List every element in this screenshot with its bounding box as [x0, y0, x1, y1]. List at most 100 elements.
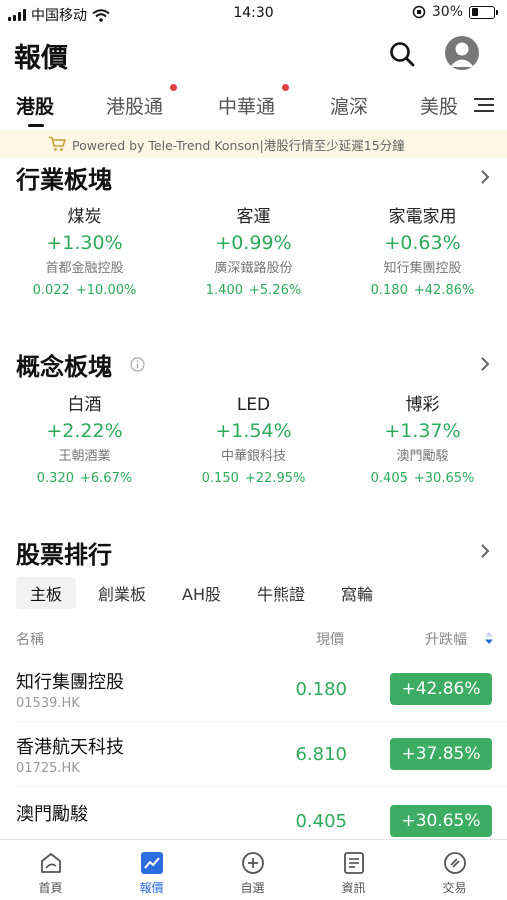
nav-news[interactable]: 資訊	[303, 840, 404, 900]
board-main[interactable]: 主板	[16, 577, 77, 609]
table-row[interactable]: 香港航天科技 01725.HK 6.810 +37.85%	[0, 725, 507, 787]
tab-hk[interactable]: 港股	[16, 92, 54, 119]
tab-china-connect[interactable]: 中華通	[218, 92, 275, 119]
search-icon[interactable]	[388, 40, 416, 68]
industry-card-coal[interactable]: 煤炭 +1.30% 首都金融控股 0.022 +10.00%	[0, 206, 169, 300]
info-icon[interactable]	[130, 357, 145, 372]
sector-change: +2.22%	[46, 420, 123, 442]
sector-leader: 澳門勵駿	[396, 449, 449, 464]
leader-change: +6.67%	[80, 471, 133, 486]
leader-price: 0.405	[370, 471, 408, 486]
orientation-lock-icon	[412, 5, 426, 19]
nav-home[interactable]: 首頁	[0, 840, 101, 900]
stock-price: 0.180	[295, 679, 347, 700]
stock-code: 01725.HK	[16, 761, 80, 776]
sector-change: +0.63%	[384, 232, 461, 254]
sector-change: +1.37%	[384, 420, 461, 442]
sector-stats: 1.400 +5.26%	[169, 282, 338, 300]
change-badge: +42.86%	[390, 673, 492, 705]
leader-price: 0.150	[201, 471, 239, 486]
nav-label: 報價	[139, 881, 164, 895]
battery-icon	[469, 5, 498, 19]
chevron-right-icon[interactable]	[478, 168, 492, 186]
change-badge: +37.85%	[390, 738, 492, 770]
concept-card-led[interactable]: LED +1.54% 中華銀科技 0.150 +22.95%	[169, 394, 338, 488]
tab-hk-connect[interactable]: 港股通	[106, 92, 163, 119]
table-header: 名稱 現價 升跌幅	[0, 626, 507, 650]
sector-change: +1.30%	[46, 232, 123, 254]
battery-percent: 30%	[431, 4, 463, 20]
menu-icon[interactable]	[474, 97, 494, 113]
chevron-right-icon[interactable]	[478, 355, 492, 373]
tab-active-indicator	[28, 124, 44, 127]
market-tabs: 港股 港股通 中華通 滬深 美股	[0, 84, 507, 128]
sector-stats: 0.180 +42.86%	[338, 282, 507, 300]
column-price[interactable]: 現價	[316, 629, 344, 649]
board-filter: 主板 創業板 AH股 牛熊證 窩輪	[16, 577, 395, 609]
sector-stats: 0.022 +10.00%	[0, 282, 169, 300]
stock-code: 01539.HK	[16, 696, 80, 711]
status-right: 30%	[412, 4, 498, 20]
sector-change: +1.54%	[215, 420, 292, 442]
nav-label: 首頁	[38, 881, 63, 895]
ranking-section-title: 股票排行	[16, 541, 112, 569]
trade-icon	[443, 852, 466, 874]
concept-card-gaming[interactable]: 博彩 +1.37% 澳門勵駿 0.405 +30.65%	[338, 394, 507, 488]
table-row[interactable]: 知行集團控股 01539.HK 0.180 +42.86%	[0, 660, 507, 722]
nav-label: 資訊	[341, 881, 366, 895]
sector-name: LED	[236, 395, 271, 415]
board-cbbc[interactable]: 牛熊證	[243, 577, 319, 609]
leader-change: +30.65%	[413, 471, 475, 486]
board-gem[interactable]: 創業板	[84, 577, 160, 609]
add-circle-icon	[241, 852, 264, 874]
tab-hk-connect-dot	[170, 84, 177, 91]
leader-price: 1.400	[205, 283, 243, 298]
sector-stats: 0.405 +30.65%	[338, 470, 507, 488]
header: 報價	[0, 28, 507, 80]
status-bar: 中国移动 14:30 30%	[0, 0, 507, 28]
row-divider	[16, 786, 507, 787]
industry-card-transport[interactable]: 客運 +0.99% 廣深鐵路股份 1.400 +5.26%	[169, 206, 338, 300]
delay-banner: Powered by Tele-Trend Konson|港股行情至少延遲15分…	[0, 130, 507, 158]
nav-trade[interactable]: 交易	[404, 840, 505, 900]
sector-leader: 首都金融控股	[45, 261, 124, 276]
leader-price: 0.022	[32, 283, 70, 298]
row-divider	[16, 721, 507, 722]
stock-name: 知行集團控股	[16, 672, 124, 693]
board-ah[interactable]: AH股	[168, 577, 235, 609]
sort-icon[interactable]	[485, 632, 493, 644]
avatar-icon[interactable]	[445, 36, 479, 70]
sector-stats: 0.150 +22.95%	[169, 470, 338, 488]
stock-name: 澳門勵駿	[16, 804, 88, 825]
nav-watchlist[interactable]: 自選	[202, 840, 303, 900]
sector-leader: 中華銀科技	[220, 449, 286, 464]
sector-leader: 王朝酒業	[58, 449, 111, 464]
sector-name: 家電家用	[388, 207, 457, 227]
column-change[interactable]: 升跌幅	[425, 629, 467, 649]
battery-level	[471, 8, 478, 16]
leader-change: +22.95%	[244, 471, 306, 486]
stock-price: 6.810	[295, 744, 347, 765]
nav-label: 交易	[442, 881, 467, 895]
sector-name: 煤炭	[67, 207, 102, 227]
leader-price: 0.320	[36, 471, 74, 486]
sector-name: 博彩	[405, 395, 440, 415]
industry-section-title: 行業板塊	[16, 166, 112, 194]
tab-a-shares[interactable]: 滬深	[330, 92, 368, 119]
leader-change: +42.86%	[413, 283, 475, 298]
chevron-right-icon[interactable]	[478, 542, 492, 560]
sector-name: 白酒	[67, 395, 102, 415]
stock-name: 香港航天科技	[16, 737, 124, 758]
home-icon	[40, 853, 61, 873]
sector-name: 客運	[236, 207, 271, 227]
sector-leader: 廣深鐵路股份	[214, 261, 293, 276]
sector-stats: 0.320 +6.67%	[0, 470, 169, 488]
concept-card-liquor[interactable]: 白酒 +2.22% 王朝酒業 0.320 +6.67%	[0, 394, 169, 488]
news-icon	[343, 852, 364, 874]
industry-card-appliances[interactable]: 家電家用 +0.63% 知行集團控股 0.180 +42.86%	[338, 206, 507, 300]
tab-us[interactable]: 美股	[420, 92, 458, 119]
board-warrants[interactable]: 窩輪	[327, 577, 387, 609]
nav-quotes[interactable]: 報價	[101, 840, 202, 900]
cart-icon	[49, 136, 66, 151]
column-name: 名稱	[16, 632, 44, 648]
